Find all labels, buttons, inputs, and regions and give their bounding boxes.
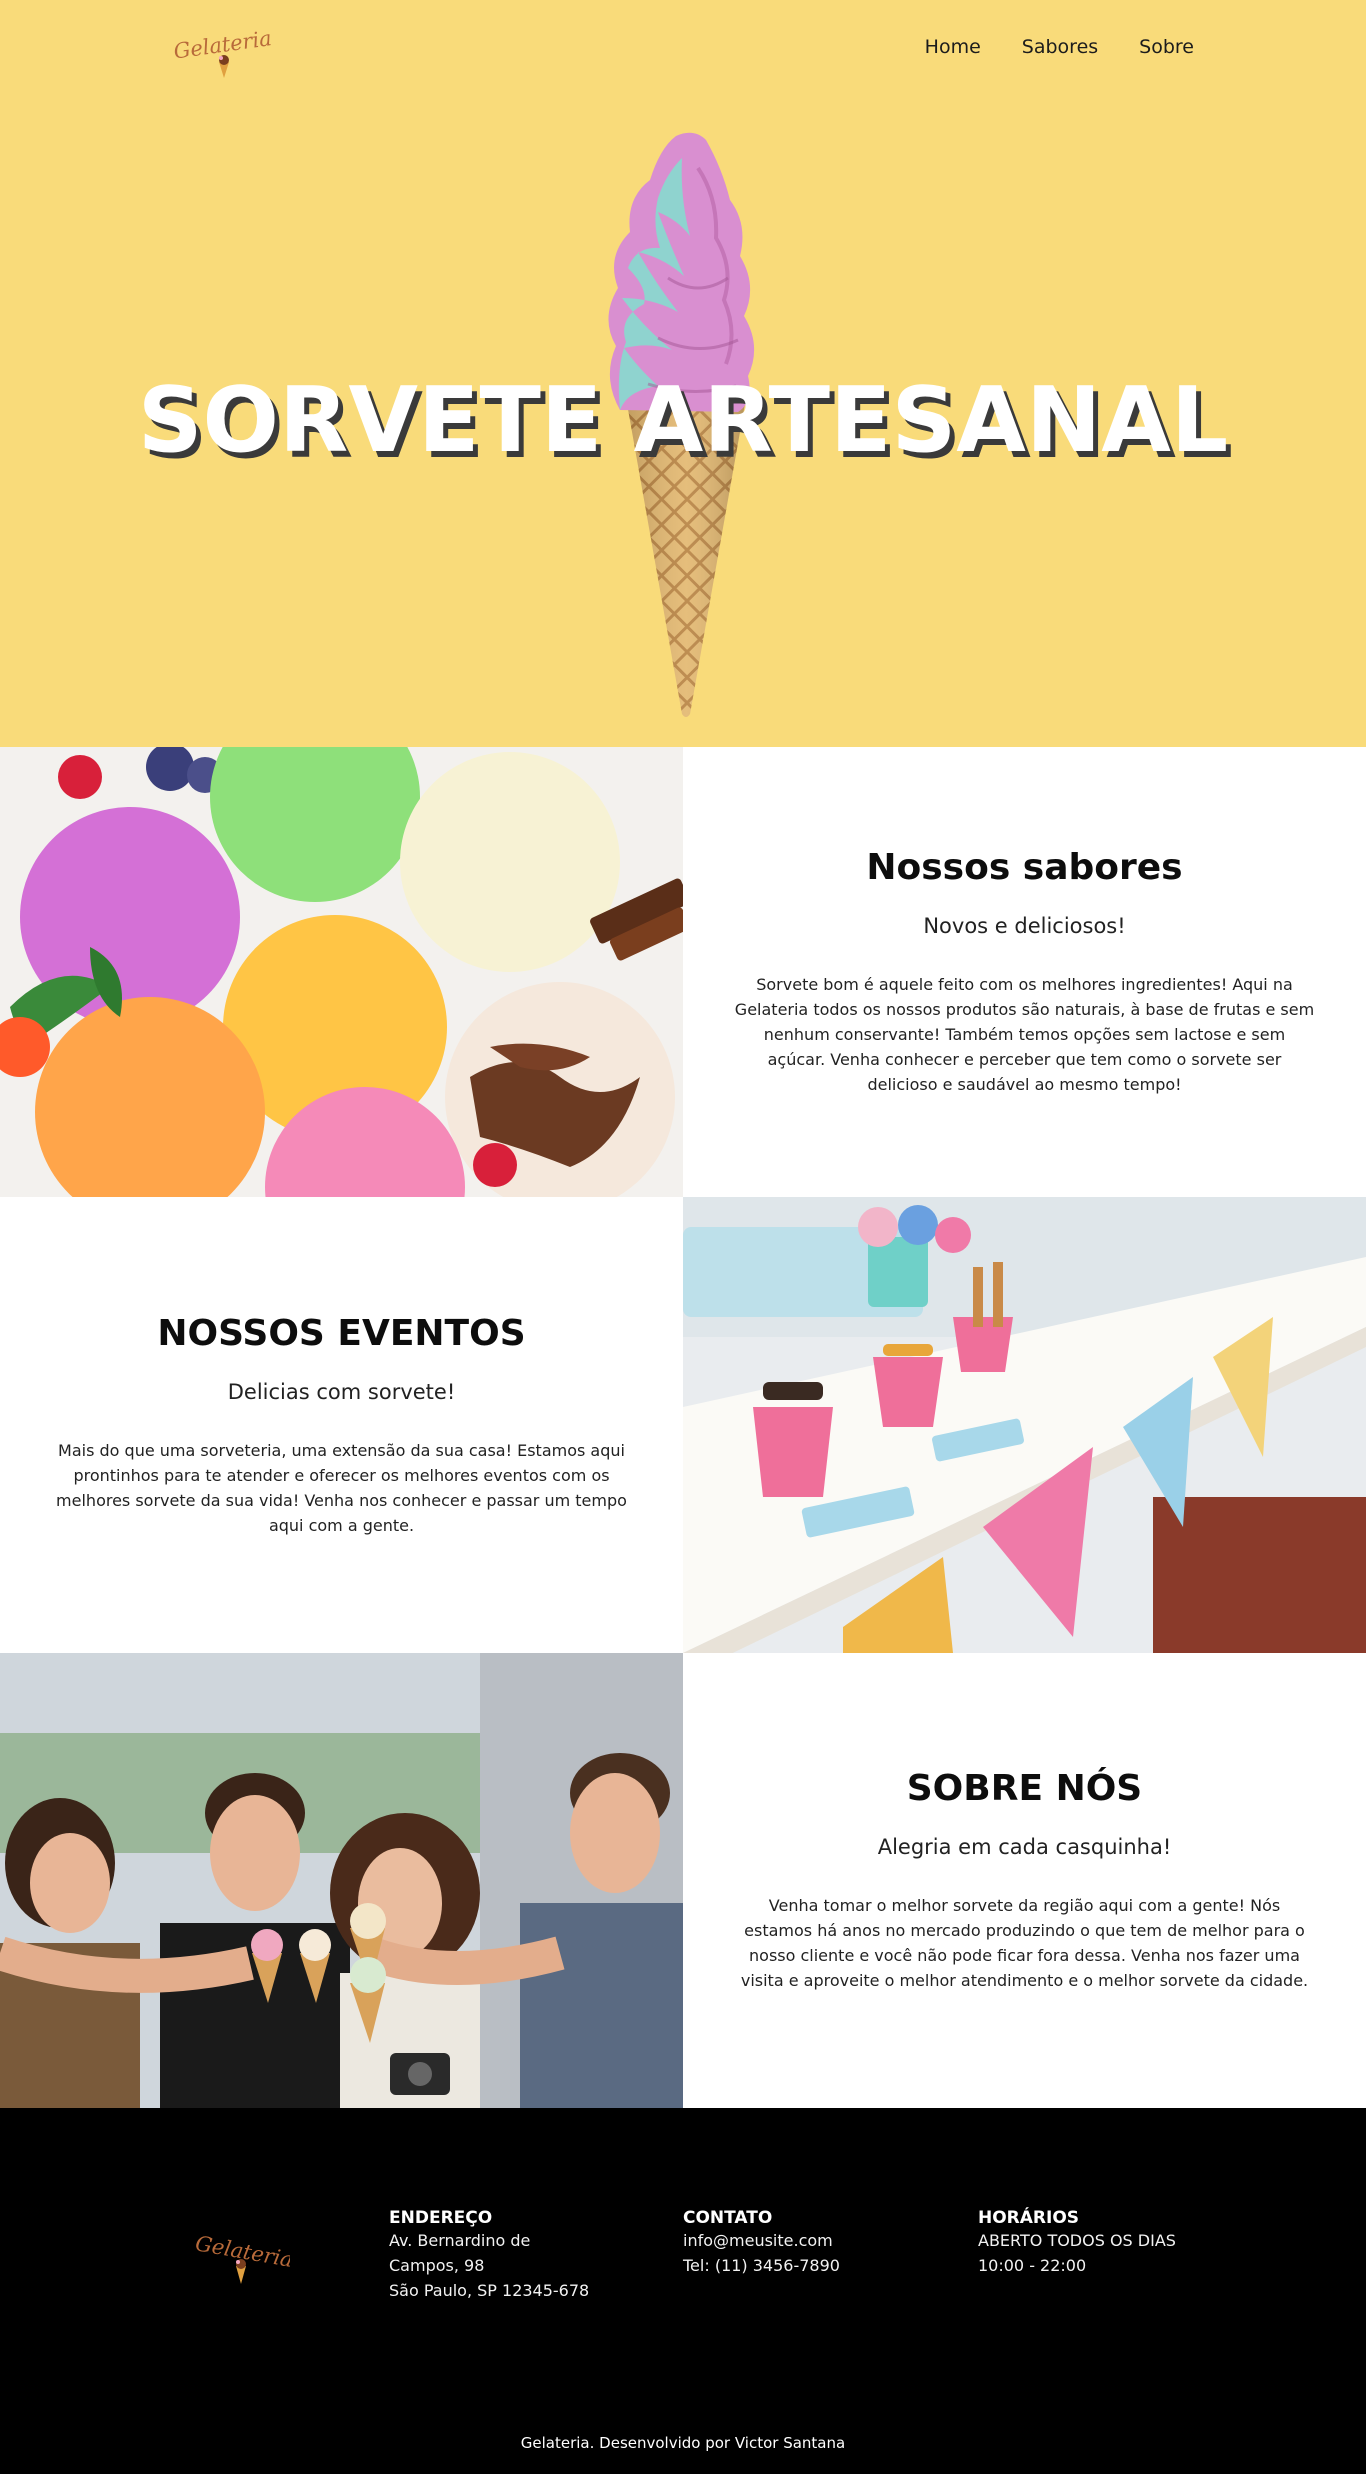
nav-sabores[interactable]: Sabores xyxy=(1022,36,1098,58)
footer-address: ENDEREÇO Av. Bernardino de Campos, 98 Sã… xyxy=(389,2208,589,2303)
footer-contact: CONTATO info@meusite.com Tel: (11) 3456-… xyxy=(683,2208,840,2278)
flavors-image xyxy=(0,747,683,1197)
nav-home[interactable]: Home xyxy=(925,36,981,58)
contact-phone[interactable]: Tel: (11) 3456-7890 xyxy=(683,2253,840,2278)
footer-credit: Gelateria. Desenvolvido por Victor Santa… xyxy=(520,2434,846,2452)
events-text: Mais do que uma sorveteria, uma extensão… xyxy=(56,1440,627,1535)
footer-logo[interactable]: Gelateria xyxy=(190,2228,295,2288)
flavors-subtitle: Novos e deliciosos! xyxy=(923,914,1126,938)
events-subtitle: Delicias com sorvete! xyxy=(227,1379,456,1404)
events-title: NOSSOS EVENTOS xyxy=(157,1312,526,1354)
about-title: SOBRE NÓS xyxy=(906,1768,1143,1809)
flavors-text: Sorvete bom é aquele feito com os melhor… xyxy=(734,975,1315,1094)
about-section: SOBRE NÓS Alegria em cada casquinha! Ven… xyxy=(683,1653,1366,2108)
contact-heading: CONTATO xyxy=(683,2208,773,2228)
hours-heading: HORÁRIOS xyxy=(978,2208,1080,2228)
footer-hours: HORÁRIOS ABERTO TODOS OS DIAS 10:00 - 22… xyxy=(978,2208,1176,2278)
hours-line: ABERTO TODOS OS DIAS xyxy=(978,2231,1176,2250)
party-table-image xyxy=(683,1197,1366,1653)
address-line: São Paulo, SP 12345-678 xyxy=(389,2281,590,2300)
events-section: NOSSOS EVENTOS Delicias com sorvete! Mai… xyxy=(0,1197,683,1653)
about-image xyxy=(0,1653,683,2108)
hero-section: Gelateria Home Sabores Sobre SORVETE ART… xyxy=(0,0,1366,747)
hours-line: 10:00 - 22:00 xyxy=(978,2256,1087,2275)
gelateria-logo-icon: Gelateria xyxy=(172,26,273,78)
main-nav: Home Sabores Sobre xyxy=(925,36,1194,58)
ice-cream-scoops-image xyxy=(0,747,683,1197)
friends-ice-cream-image xyxy=(0,1653,683,2108)
about-subtitle: Alegria em cada casquinha! xyxy=(877,1835,1172,1859)
site-logo[interactable]: Gelateria xyxy=(172,26,273,80)
address-line: Campos, 98 xyxy=(389,2256,485,2275)
events-image xyxy=(683,1197,1366,1653)
site-footer: Gelateria ENDEREÇO Av. Bernardino de Cam… xyxy=(0,2108,1366,2474)
flavors-title: Nossos sabores xyxy=(866,847,1183,888)
address-heading: ENDEREÇO xyxy=(389,2208,493,2228)
nav-sobre[interactable]: Sobre xyxy=(1139,36,1194,58)
address-line: Av. Bernardino de xyxy=(389,2231,531,2250)
hero-title: SORVETE ARTESANAL xyxy=(137,368,1229,473)
about-text: Venha tomar o melhor sorvete da região a… xyxy=(740,1896,1309,1990)
gelateria-logo-icon: Gelateria xyxy=(193,2231,295,2284)
contact-email[interactable]: info@meusite.com xyxy=(683,2228,840,2253)
flavors-section: Nossos sabores Novos e deliciosos! Sorve… xyxy=(683,747,1366,1197)
